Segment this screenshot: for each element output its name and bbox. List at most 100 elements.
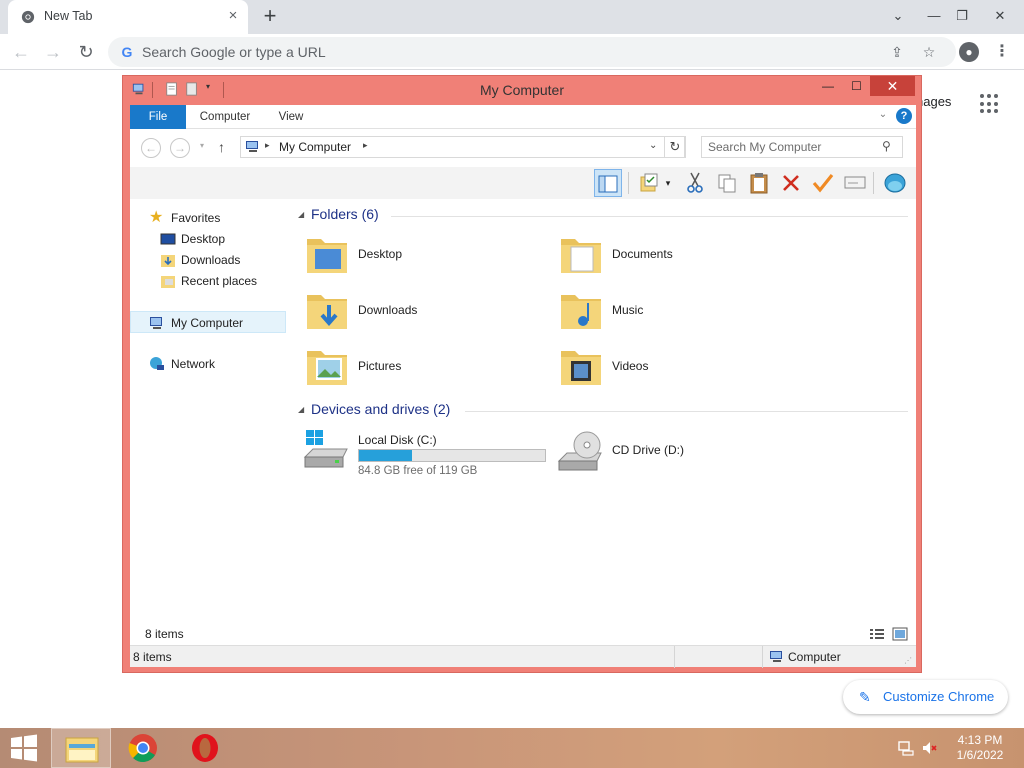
restore-icon[interactable]: ❐ <box>950 6 974 26</box>
drive-free-space: 84.8 GB free of 119 GB <box>358 465 478 477</box>
globe-icon <box>884 173 906 193</box>
google-apps-icon[interactable] <box>980 94 1000 114</box>
minimize-icon[interactable]: — <box>922 6 946 26</box>
computer-icon <box>150 317 162 329</box>
start-button[interactable] <box>0 728 48 768</box>
search-box[interactable]: ⚲ <box>701 136 903 158</box>
devices-header-label: Devices and drives (2) <box>311 401 451 417</box>
large-icons-view-icon[interactable] <box>892 626 908 642</box>
navigation-pane: ★ Favorites Desktop Downloads Recent pla… <box>130 199 288 645</box>
recent-locations-icon[interactable]: ▾ <box>200 141 204 150</box>
folder-label: Documents <box>612 247 673 261</box>
search-icon[interactable]: ⚲ <box>882 139 891 153</box>
explorer-close-icon[interactable]: ✕ <box>870 76 915 96</box>
explorer-minimize-icon[interactable]: — <box>813 76 843 96</box>
breadcrumb-chevron-icon[interactable]: ▸ <box>265 140 270 151</box>
back-arrow-icon[interactable]: ← <box>9 40 33 64</box>
nav-item-recent-places[interactable]: Recent places <box>130 270 286 292</box>
close-icon[interactable]: ✕ <box>988 6 1012 26</box>
help-icon[interactable]: ? <box>896 108 912 124</box>
delete-button[interactable] <box>777 169 805 197</box>
folder-music[interactable]: Music <box>557 287 807 341</box>
chrome-menu-icon[interactable]: ⋮ <box>990 40 1014 64</box>
refresh-icon[interactable]: ↻ <box>664 136 686 158</box>
folder-label: Pictures <box>358 359 402 373</box>
downloads-folder-icon <box>161 255 175 267</box>
open-control-panel-button[interactable] <box>881 169 909 197</box>
folder-pictures[interactable]: Pictures <box>303 343 553 397</box>
breadcrumb-chevron-icon[interactable]: ▸ <box>363 140 368 151</box>
tab-view[interactable]: View <box>268 105 314 129</box>
pictures-folder-icon <box>307 351 347 385</box>
tab-computer[interactable]: Computer <box>192 105 258 129</box>
map-drive-button[interactable] <box>841 169 869 197</box>
reload-icon[interactable]: ↻ <box>74 40 98 64</box>
command-separator <box>628 172 629 194</box>
drive-name: CD Drive (D:) <box>612 443 684 457</box>
nav-item-network[interactable]: Network <box>130 353 286 375</box>
omnibox-input[interactable] <box>142 37 882 67</box>
breadcrumb-my-computer[interactable]: My Computer <box>279 140 351 154</box>
explorer-maximize-icon[interactable]: ☐ <box>843 76 870 96</box>
taskbar: 4:13 PM 1/6/2022 <box>0 728 1024 768</box>
nav-item-favorites[interactable]: ★ Favorites <box>130 207 286 229</box>
rename-button[interactable] <box>809 169 837 197</box>
explorer-back-icon[interactable]: ← <box>141 138 161 158</box>
drive-local-disk-c[interactable]: Local Disk (C:) 84.8 GB free of 119 GB <box>303 427 553 481</box>
forward-arrow-icon[interactable]: → <box>41 40 65 64</box>
navigation-bar: ← → ▾ ↑ ▸ My Computer ▸ ⌄ ↻ ⚲ <box>130 129 916 167</box>
computer-icon <box>770 651 782 662</box>
taskbar-opera[interactable] <box>175 728 235 768</box>
explorer-title-bar[interactable]: ▾ My Computer — ☐ ✕ <box>123 76 921 104</box>
nav-item-label: Favorites <box>171 211 221 225</box>
cut-button[interactable] <box>681 169 709 197</box>
tab-new-tab[interactable]: New Tab × <box>8 0 248 34</box>
customize-chrome-button[interactable]: ✎ Customize Chrome <box>843 680 1008 714</box>
explorer-forward-icon[interactable]: → <box>170 138 190 158</box>
nav-item-my-computer[interactable]: My Computer <box>130 311 286 333</box>
folder-downloads[interactable]: Downloads <box>303 287 553 341</box>
omnibox[interactable]: G ⇪ ☆ <box>108 37 956 67</box>
star-icon: ★ <box>149 209 164 226</box>
tab-search-icon[interactable]: ⌄ <box>886 6 910 26</box>
tab-close-icon[interactable]: × <box>224 7 242 25</box>
tab-file[interactable]: File <box>130 105 186 129</box>
status-divider <box>674 646 675 668</box>
profile-button[interactable]: ● <box>957 40 981 64</box>
address-bar[interactable]: ▸ My Computer ▸ <box>240 136 685 158</box>
collapse-triangle-icon: ◢ <box>298 210 305 219</box>
details-view-icon[interactable] <box>869 626 885 642</box>
paste-button[interactable] <box>745 169 773 197</box>
new-tab-button[interactable]: + <box>258 5 282 29</box>
taskbar-clock[interactable]: 4:13 PM 1/6/2022 <box>950 733 1010 763</box>
resize-grip-icon[interactable]: ⋰ <box>904 656 912 665</box>
folder-documents[interactable]: Documents <box>557 231 807 285</box>
ribbon-expand-icon[interactable]: ⌄ <box>876 109 890 123</box>
share-icon[interactable]: ⇪ <box>887 42 907 62</box>
address-history-icon[interactable]: ⌄ <box>649 140 657 151</box>
nav-item-desktop[interactable]: Desktop <box>130 228 286 250</box>
volume-muted-icon[interactable] <box>922 740 938 756</box>
taskbar-file-explorer[interactable] <box>51 728 111 768</box>
preview-pane-button[interactable] <box>594 169 622 197</box>
folder-videos[interactable]: Videos <box>557 343 807 397</box>
nav-item-downloads[interactable]: Downloads <box>130 249 286 271</box>
folders-group-header[interactable]: ◢ Folders (6) <box>293 205 908 227</box>
properties-button[interactable] <box>635 169 663 197</box>
up-arrow-icon[interactable]: ↑ <box>218 139 225 155</box>
clock-date: 1/6/2022 <box>956 748 1004 762</box>
bookmark-star-icon[interactable]: ☆ <box>919 42 939 62</box>
taskbar-chrome[interactable] <box>113 728 173 768</box>
nav-item-label: Downloads <box>181 253 241 267</box>
devices-group-header[interactable]: ◢ Devices and drives (2) <box>293 400 908 422</box>
music-folder-icon <box>561 295 601 329</box>
nav-item-label: My Computer <box>171 316 244 330</box>
search-input[interactable] <box>708 137 878 157</box>
folder-label: Videos <box>612 359 649 373</box>
network-icon <box>150 357 164 370</box>
copy-button[interactable] <box>713 169 741 197</box>
network-tray-icon[interactable] <box>898 740 914 756</box>
folder-desktop[interactable]: Desktop <box>303 231 553 285</box>
properties-dropdown-icon[interactable]: ▾ <box>661 169 675 197</box>
drive-cd-d[interactable]: CD Drive (D:) <box>557 427 807 481</box>
